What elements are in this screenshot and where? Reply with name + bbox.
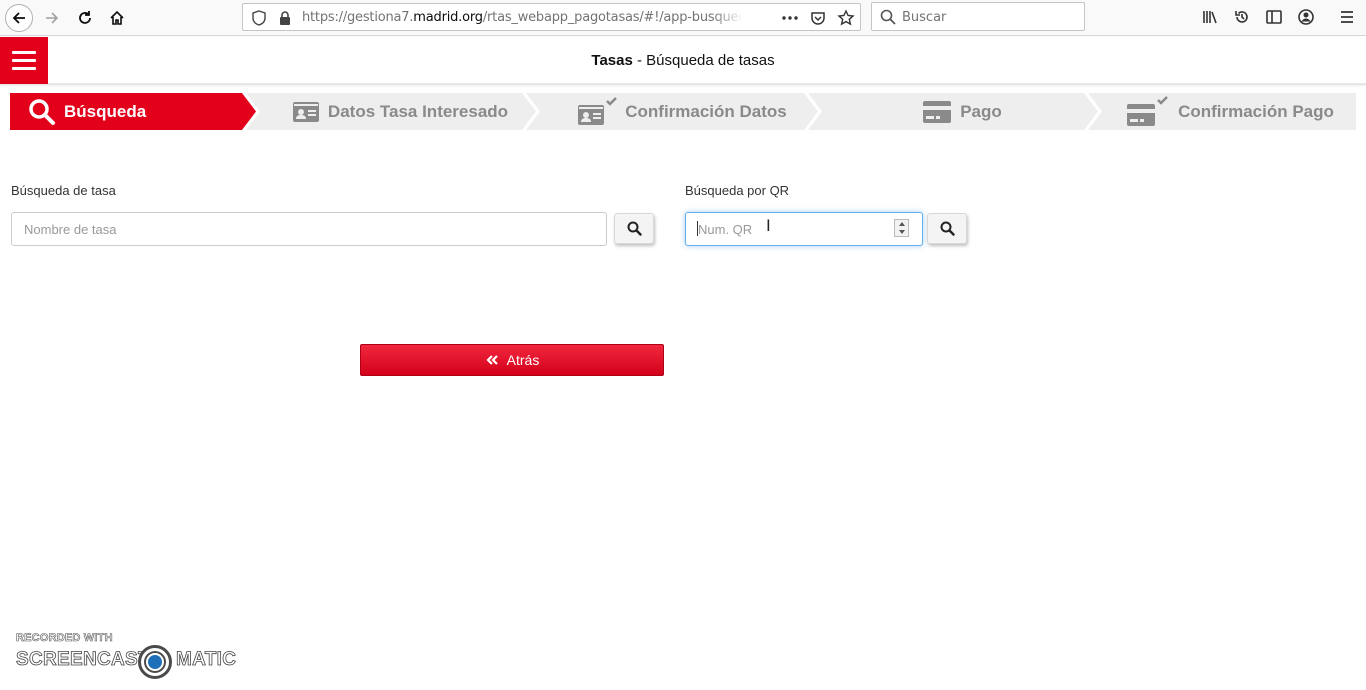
search-icon: [878, 7, 898, 27]
screencast-logo-icon: [138, 645, 172, 679]
bookmark-star-icon[interactable]: [836, 8, 856, 28]
search-icon: [29, 98, 55, 125]
page-title-bold: Tasas: [591, 52, 633, 69]
ibeam-cursor-icon: I: [766, 216, 771, 235]
back-arrow-icon[interactable]: [5, 4, 33, 32]
browser-toolbar: https://gestiona7.madrid.org/rtas_webapp…: [0, 0, 1366, 36]
sidebar-icon[interactable]: [1264, 7, 1284, 27]
watermark-recorded-with: RECORDED WITH: [16, 632, 113, 645]
credit-card-check-icon: [1127, 95, 1168, 126]
search-icon: [940, 221, 955, 236]
id-card-check-icon: [578, 96, 618, 125]
browser-search-bar[interactable]: Buscar: [871, 2, 1085, 31]
url-path: /rtas_webapp_pagotasas/#!/app-busqueda-: [482, 10, 742, 25]
back-button[interactable]: Atrás: [360, 344, 664, 376]
forward-arrow-icon[interactable]: [38, 4, 66, 32]
hamburger-menu-icon[interactable]: [1337, 7, 1357, 27]
step-label: Búsqueda: [64, 101, 147, 121]
qr-number-input[interactable]: [685, 212, 923, 246]
logo-inner: [146, 653, 164, 671]
text-caret: [697, 221, 698, 236]
url-text: https://gestiona7.madrid.org/rtas_webapp…: [302, 10, 742, 25]
step-datos-tasa-interesado[interactable]: Datos Tasa Interesado: [280, 93, 520, 130]
search-icon: [627, 221, 642, 236]
tasa-name-input[interactable]: [11, 212, 607, 246]
tasa-search-label: Búsqueda de tasa: [11, 183, 116, 198]
shield-icon[interactable]: [249, 8, 269, 28]
spinner-up-icon[interactable]: [898, 222, 905, 226]
lock-icon[interactable]: [275, 8, 295, 28]
account-icon[interactable]: [1296, 7, 1316, 27]
home-icon[interactable]: [103, 4, 131, 32]
watermark-matic: MATIC: [176, 649, 237, 671]
library-icon[interactable]: [1200, 7, 1220, 27]
reload-icon[interactable]: [71, 4, 99, 32]
qr-search-label: Búsqueda por QR: [685, 183, 790, 198]
step-confirmacion-pago[interactable]: Confirmación Pago: [1110, 93, 1350, 130]
step-label: Datos Tasa Interesado: [327, 101, 509, 121]
url-prefix: https://gestiona7.: [302, 10, 414, 25]
step-pago[interactable]: Pago: [842, 93, 1082, 130]
step-label: Pago: [960, 101, 1002, 121]
step-label: Confirmación Pago: [1178, 101, 1334, 121]
qr-number-spinner[interactable]: [894, 219, 909, 237]
tasa-search-button[interactable]: [614, 213, 654, 244]
url-bar[interactable]: https://gestiona7.madrid.org/rtas_webapp…: [242, 3, 861, 31]
watermark-screencast: SCREENCAST: [16, 649, 150, 671]
qr-search-button[interactable]: [927, 213, 967, 244]
history-icon[interactable]: [1232, 7, 1252, 27]
step-busqueda[interactable]: Búsqueda: [28, 93, 238, 130]
step-label: Confirmación Datos: [625, 101, 787, 121]
app-header: Tasas - Búsqueda de tasas: [0, 37, 1366, 85]
id-card-icon: [292, 101, 319, 122]
url-host: madrid.org: [413, 10, 483, 25]
double-chevron-left-icon: [486, 355, 498, 365]
credit-card-icon: [923, 100, 952, 123]
step-confirmacion-datos[interactable]: Confirmación Datos: [562, 93, 802, 130]
more-actions-icon[interactable]: [780, 8, 800, 28]
back-button-label: Atrás: [506, 352, 540, 368]
search-placeholder: Buscar: [902, 10, 947, 25]
url-fade: [713, 6, 743, 28]
pocket-icon[interactable]: [808, 8, 828, 28]
wizard-stepper: Búsqueda Datos Tasa Interesado Confirmac…: [10, 93, 1356, 130]
spinner-down-icon[interactable]: [898, 230, 905, 234]
page-title-rest: - Búsqueda de tasas: [632, 52, 775, 69]
page-title: Tasas - Búsqueda de tasas: [0, 52, 1366, 69]
